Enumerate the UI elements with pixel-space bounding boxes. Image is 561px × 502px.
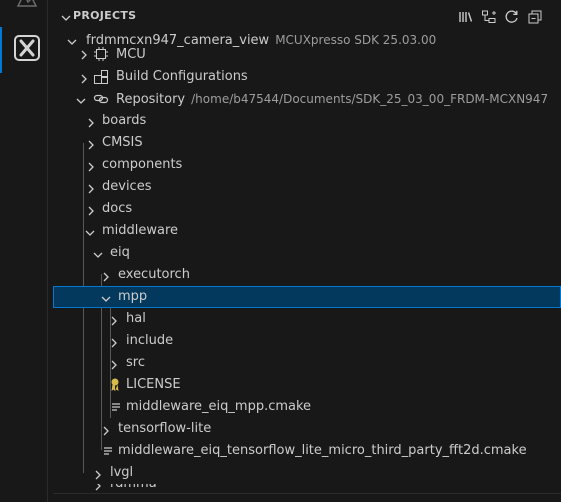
tree-item-devices[interactable]: devices	[53, 176, 561, 198]
extension-icon[interactable]	[14, 0, 38, 10]
tree-item-boards[interactable]: boards	[53, 110, 561, 132]
tree-item-eiq[interactable]: eiq	[53, 242, 561, 264]
tree-item-label: Repository	[116, 92, 186, 107]
tree-item-label: Build Configurations	[116, 69, 248, 84]
chevron-right-icon[interactable]	[100, 423, 112, 436]
tree-item-label: boards	[102, 113, 147, 128]
tree-item-hal[interactable]: hal	[53, 308, 561, 330]
tree-item-label: eiq	[110, 245, 130, 260]
tree-item-label: LICENSE	[126, 377, 181, 392]
chevron-right-icon[interactable]	[85, 203, 97, 216]
panel-actions	[458, 9, 543, 25]
tree-collapse-icon[interactable]	[481, 9, 497, 25]
tree-item-components[interactable]: components	[53, 154, 561, 176]
panel-divider	[53, 493, 561, 494]
chevron-down-icon[interactable]	[100, 291, 112, 303]
tree-item-cmsis[interactable]: CMSIS	[53, 132, 561, 154]
tree-item-src[interactable]: src	[53, 352, 561, 374]
tree-item-label: middleware_eiq_tensorflow_lite_micro_thi…	[118, 443, 527, 458]
chevron-right-icon[interactable]	[85, 159, 97, 172]
tree-item-label: CMSIS	[102, 135, 143, 150]
chevron-right-icon[interactable]	[92, 484, 104, 491]
tree-item-label: src	[126, 355, 145, 370]
tree-item-label: middleware	[102, 223, 179, 238]
tree-item-mpp-cmake[interactable]: middleware_eiq_mpp.cmake	[53, 396, 561, 418]
mcuxpresso-icon[interactable]	[14, 35, 40, 61]
collapse-all-icon[interactable]	[527, 9, 543, 25]
license-icon	[107, 377, 123, 393]
build-config-icon	[93, 69, 109, 85]
tree-item-label: tensorflow-lite	[118, 421, 212, 436]
chevron-right-icon[interactable]	[85, 137, 97, 150]
library-icon[interactable]	[458, 9, 474, 25]
tree-item-mcu[interactable]: MCU	[53, 45, 561, 66]
chevron-down-icon[interactable]	[59, 10, 73, 24]
file-lines-icon	[101, 443, 117, 459]
tree-item-label: lvgl	[110, 465, 134, 480]
tree-item-tensorflow-lite[interactable]: tensorflow-lite	[53, 418, 561, 440]
tree-item-label: include	[126, 333, 174, 348]
refresh-icon[interactable]	[504, 9, 520, 25]
panel-title: PROJECTS	[73, 9, 137, 22]
chevron-right-icon[interactable]	[85, 115, 97, 128]
chevron-right-icon[interactable]	[108, 357, 120, 370]
tree-item-include[interactable]: include	[53, 330, 561, 352]
tree-item-label: executorch	[118, 267, 190, 282]
tree-item-license[interactable]: LICENSE	[53, 374, 561, 396]
tree-item-label: middleware_eiq_mpp.cmake	[126, 399, 312, 414]
tree-item-label: MCU	[116, 47, 146, 62]
projects-panel-header[interactable]: PROJECTS	[53, 6, 561, 28]
chevron-right-icon[interactable]	[100, 269, 112, 282]
tree-item-label: devices	[102, 179, 152, 194]
tree-item-repository[interactable]: Repository/home/b47544/Documents/SDK_25_…	[53, 88, 561, 110]
chevron-right-icon[interactable]	[108, 335, 120, 348]
chevron-right-icon[interactable]	[92, 467, 104, 480]
tree-item-lvgl[interactable]: lvgl	[53, 462, 561, 484]
tree-item-middleware[interactable]: middleware	[53, 220, 561, 242]
chevron-right-icon[interactable]	[108, 313, 120, 326]
chevron-down-icon[interactable]	[92, 247, 104, 259]
activity-bar	[0, 0, 48, 502]
repository-path: /home/b47544/Documents/SDK_25_03_00_FRDM…	[191, 92, 549, 106]
chevron-down-icon[interactable]	[84, 225, 96, 237]
chevron-right-icon[interactable]	[78, 47, 90, 60]
chevron-right-icon[interactable]	[85, 181, 97, 194]
file-lines-icon	[109, 399, 125, 415]
tree-item-label: mpp	[118, 289, 148, 304]
tree-item-fft2d-cmake[interactable]: middleware_eiq_tensorflow_lite_micro_thi…	[53, 440, 561, 462]
chip-icon	[93, 46, 109, 62]
tree-item-mpp[interactable]: mpp	[53, 286, 561, 308]
tree-item-docs[interactable]: docs	[53, 198, 561, 220]
tree-item-build-configurations[interactable]: Build Configurations	[53, 66, 561, 88]
tree-item-label: components	[102, 157, 183, 172]
chevron-right-icon[interactable]	[78, 71, 90, 84]
link-icon	[93, 91, 109, 107]
chevron-down-icon[interactable]	[75, 93, 87, 105]
tree-item-label: docs	[102, 201, 133, 216]
tree-item-executorch[interactable]: executorch	[53, 264, 561, 286]
projects-sidebar: PROJECTS frdmmcxn947_camera_view MCUXpres…	[53, 0, 561, 502]
active-indicator	[0, 27, 2, 73]
tree-item-label: hal	[126, 311, 146, 326]
